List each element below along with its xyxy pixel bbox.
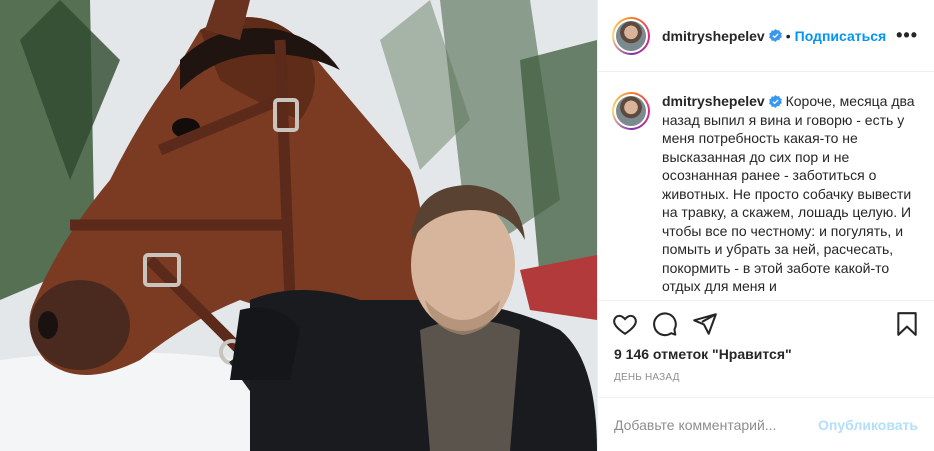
share-icon[interactable] bbox=[692, 311, 718, 337]
comment-input[interactable] bbox=[614, 416, 819, 433]
separator-dot: • bbox=[785, 27, 791, 44]
action-bar bbox=[598, 300, 934, 346]
more-options-icon[interactable]: ••• bbox=[896, 25, 918, 46]
comment-icon[interactable] bbox=[652, 311, 678, 337]
post-panel: dmitryshepelev • Подписаться ••• dmitrys… bbox=[597, 0, 934, 451]
caption-username[interactable]: dmitryshepelev bbox=[662, 93, 765, 109]
username-link[interactable]: dmitryshepelev bbox=[662, 28, 765, 44]
post-timestamp[interactable]: ДЕНЬ НАЗАД bbox=[614, 372, 680, 383]
post-header: dmitryshepelev • Подписаться ••• bbox=[598, 0, 934, 72]
heart-icon[interactable] bbox=[612, 311, 638, 337]
publish-button[interactable]: Опубликовать bbox=[818, 417, 918, 433]
avatar[interactable] bbox=[612, 16, 650, 55]
caption-body: Короче, месяца два назад выпил я вина и … bbox=[662, 93, 915, 294]
verified-badge-icon bbox=[768, 29, 782, 42]
comment-bar: Опубликовать bbox=[598, 397, 934, 451]
bookmark-icon[interactable] bbox=[894, 311, 920, 337]
photo-illustration bbox=[0, 0, 597, 451]
post-photo[interactable] bbox=[0, 0, 597, 451]
verified-badge-icon bbox=[768, 95, 782, 108]
likes-count[interactable]: 9 146 отметок "Нравится" bbox=[614, 346, 792, 362]
caption-section: dmitryshepelev Короче, месяца два назад … bbox=[598, 72, 934, 300]
caption-avatar[interactable] bbox=[612, 92, 650, 130]
caption-text: dmitryshepelev Короче, месяца два назад … bbox=[662, 92, 918, 300]
follow-button[interactable]: Подписаться bbox=[795, 28, 887, 44]
